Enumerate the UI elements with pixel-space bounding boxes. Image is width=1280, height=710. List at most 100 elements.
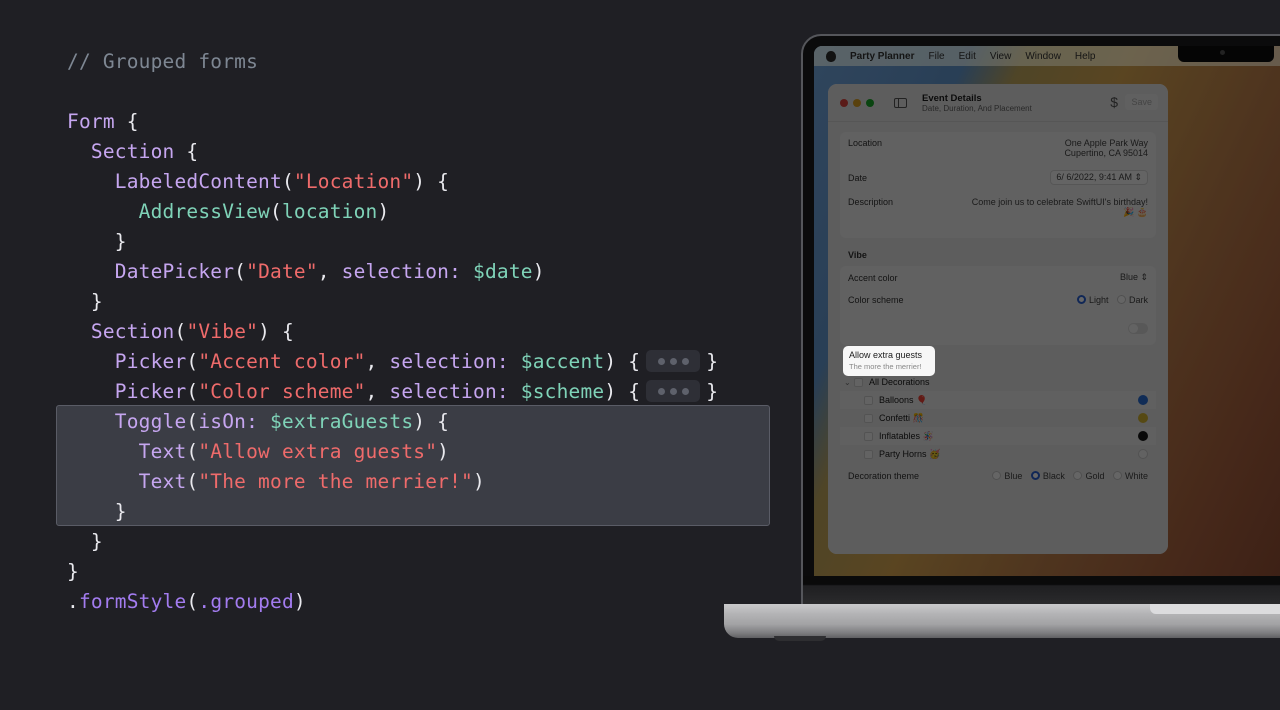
menu-file[interactable]: File — [928, 51, 944, 62]
save-button[interactable]: Save — [1125, 94, 1158, 110]
decoration-checkbox[interactable] — [864, 449, 873, 459]
accent-picker[interactable]: Blue ⇕ — [1120, 272, 1148, 283]
section-event: Location One Apple Park Way Cupertino, C… — [840, 132, 1156, 238]
code-fold-ellipsis[interactable] — [646, 380, 701, 402]
extra-guests-toggle[interactable] — [1128, 322, 1148, 334]
code-line-date-picker: DatePicker("Date", selection: $date) — [114, 260, 545, 283]
event-details-window: Event Details Date, Duration, And Placem… — [828, 84, 1168, 554]
code-line-comment: // Grouped forms — [67, 47, 718, 77]
decoration-row[interactable]: Party Horns 🥳 — [840, 445, 1156, 463]
radio-light-label: Light — [1088, 295, 1109, 305]
traffic-lights — [840, 98, 874, 107]
code-line-form-style: .formStyle(.grouped) — [67, 590, 306, 613]
radio-light[interactable] — [1076, 295, 1086, 304]
theme-black-label: Black — [1042, 471, 1065, 481]
code-line-section: Section { — [90, 140, 199, 163]
decoration-checkbox[interactable] — [864, 413, 873, 423]
radio-theme-white[interactable] — [1112, 471, 1122, 480]
row-date: Date 6/ 6/2022, 9:41 AM ⇕ — [848, 164, 1148, 191]
code-line-form: Form { — [67, 110, 139, 133]
decoration-checkbox[interactable] — [864, 431, 873, 441]
code-accent-string: "Accent color" — [198, 350, 366, 373]
code-selection-label: selection: — [389, 350, 509, 373]
row-extra-guests — [848, 311, 1148, 345]
close-button[interactable] — [840, 98, 848, 107]
laptop-lip — [1150, 604, 1280, 614]
code-is-on-label: isOn: — [198, 410, 259, 433]
color-swatch[interactable] — [1138, 449, 1148, 459]
window-titlebar: Event Details Date, Duration, And Placem… — [828, 84, 1168, 122]
radio-dark[interactable] — [1116, 295, 1126, 304]
extra-guests-callout[interactable]: Allow extra guests The more the merrier! — [843, 346, 935, 376]
laptop-chin — [803, 576, 1280, 604]
chevron-down-icon[interactable]: ⌄ — [844, 378, 854, 387]
code-form: Form — [67, 110, 115, 133]
code-line-close: } — [67, 530, 103, 553]
decoration-name: Inflatables 🪅 — [879, 430, 934, 441]
sidebar-toggle-icon[interactable] — [894, 97, 907, 108]
camera-notch — [1178, 46, 1274, 62]
code-line-text-merrier: Text("The more the merrier!") — [138, 470, 485, 493]
code-block: // Grouped forms Form { Section { Labele… — [67, 47, 718, 617]
menu-app-name[interactable]: Party Planner — [850, 51, 914, 62]
extra-guests-subtitle: The more the merrier! — [849, 362, 922, 371]
code-comment: // Grouped forms — [67, 50, 259, 73]
code-allow-string: "Allow extra guests" — [198, 440, 438, 463]
decorations-list: ⌄ All Decorations Balloons 🎈 Confetti 🎊 — [840, 373, 1156, 463]
radio-theme-gold[interactable] — [1073, 471, 1083, 480]
scheme-radio-group: Light Dark — [1071, 295, 1148, 305]
location-label: Location — [848, 138, 883, 148]
decoration-name: Balloons 🎈 — [879, 394, 928, 405]
all-decorations-label: All Decorations — [869, 377, 930, 387]
code-grouped: .grouped — [198, 590, 294, 613]
code-text: Text — [138, 470, 187, 493]
code-line-section-vibe: Section("Vibe") { — [90, 320, 294, 343]
menu-help[interactable]: Help — [1075, 51, 1096, 62]
decoration-row[interactable]: Balloons 🎈 — [840, 391, 1156, 409]
apple-icon[interactable] — [826, 50, 836, 62]
decoration-checkbox[interactable] — [864, 395, 873, 405]
dollar-icon[interactable]: $ — [1110, 94, 1118, 110]
laptop-base — [724, 604, 1280, 638]
menu-view[interactable]: View — [990, 51, 1012, 62]
code-date-string: "Date" — [246, 260, 318, 283]
row-decoration-theme: Decoration theme Blue Black Gold White — [840, 463, 1156, 489]
scheme-label: Color scheme — [848, 295, 904, 305]
theme-gold-label: Gold — [1085, 471, 1105, 481]
date-picker[interactable]: 6/ 6/2022, 9:41 AM ⇕ — [1050, 170, 1148, 185]
description-emoji: 🎉 🎂 — [1123, 207, 1148, 217]
color-swatch[interactable] — [1138, 431, 1148, 441]
code-fold-ellipsis[interactable] — [646, 350, 701, 372]
description-value[interactable]: Come join us to celebrate SwiftUI's birt… — [972, 197, 1148, 218]
row-accent-color: Accent color Blue ⇕ — [848, 266, 1148, 289]
theme-radio-group: Blue Black Gold White — [986, 471, 1148, 481]
row-location: Location One Apple Park Way Cupertino, C… — [848, 132, 1148, 164]
laptop-screen: Party Planner File Edit View Window Help… — [814, 46, 1280, 576]
radio-theme-blue[interactable] — [992, 471, 1002, 480]
radio-theme-black[interactable] — [1030, 471, 1040, 480]
date-label: Date — [848, 172, 868, 183]
row-color-scheme: Color scheme Light Dark — [848, 289, 1148, 311]
code-text: Text — [138, 440, 187, 463]
all-decorations-checkbox[interactable] — [854, 377, 863, 387]
row-description: Description Come join us to celebrate Sw… — [848, 191, 1148, 238]
menu-window[interactable]: Window — [1025, 51, 1061, 62]
location-value: One Apple Park Way Cupertino, CA 95014 — [1064, 138, 1148, 158]
code-toggle: Toggle — [114, 410, 187, 433]
extra-guests-title: Allow extra guests — [849, 350, 923, 360]
decoration-row[interactable]: Confetti 🎊 — [840, 409, 1156, 427]
camera-icon — [1220, 50, 1225, 55]
zoom-button[interactable] — [866, 98, 874, 107]
code-date-picker: DatePicker — [114, 260, 235, 283]
accent-label: Accent color — [848, 272, 898, 283]
color-swatch[interactable] — [1138, 413, 1148, 423]
color-swatch[interactable] — [1138, 395, 1148, 405]
code-line-text-allow: Text("Allow extra guests") — [138, 440, 450, 463]
minimize-button[interactable] — [853, 98, 861, 107]
code-line-labeled-content: LabeledContent("Location") { — [114, 170, 450, 193]
theme-white-label: White — [1124, 471, 1148, 481]
menu-edit[interactable]: Edit — [959, 51, 976, 62]
radio-dark-label: Dark — [1128, 295, 1148, 305]
date-value: 6/ 6/2022, 9:41 AM — [1056, 172, 1132, 182]
decoration-row[interactable]: Inflatables 🪅 — [840, 427, 1156, 445]
